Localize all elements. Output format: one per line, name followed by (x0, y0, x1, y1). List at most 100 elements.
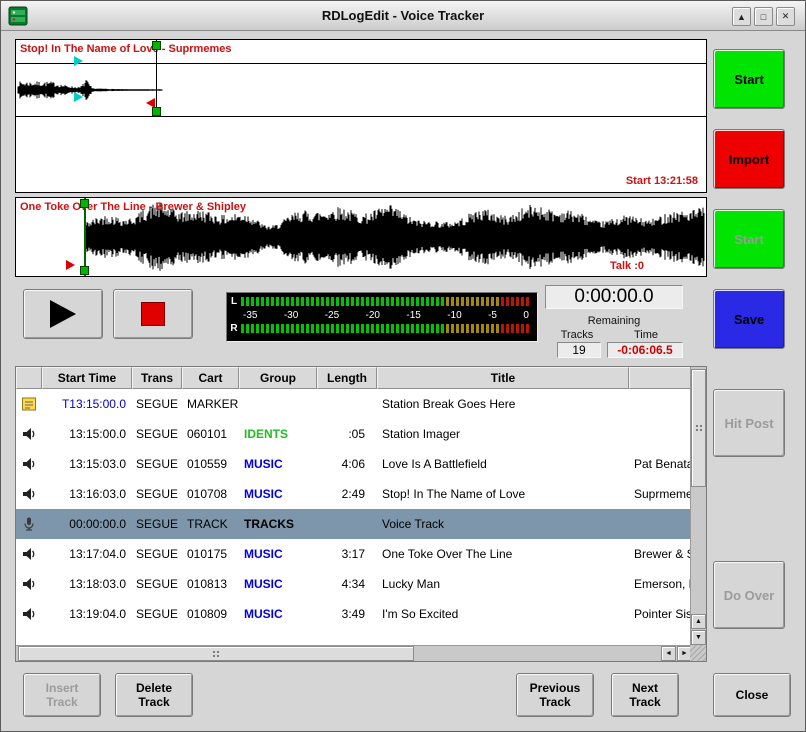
meter-segment (271, 297, 274, 306)
meter-segment (376, 297, 379, 306)
column-header-trans[interactable]: Trans (132, 367, 182, 389)
meter-segment (521, 324, 524, 333)
meter-segment (241, 324, 244, 333)
table-row[interactable]: 13:16:03.0 SEGUE 010708 MUSIC 2:49 Stop!… (16, 479, 692, 509)
track1-title-strip: Stop! In The Name of Love - Suprmemes (16, 40, 706, 64)
thumb-grip (212, 650, 220, 658)
start-track2-button[interactable]: Start (713, 209, 785, 269)
meter-segment (361, 324, 364, 333)
meter-segment (466, 324, 469, 333)
track2-start-marker-handle-bottom[interactable] (80, 266, 89, 275)
meter-segment (516, 297, 519, 306)
meter-segment (316, 297, 319, 306)
meter-segment (256, 324, 259, 333)
save-button[interactable]: Save (713, 289, 785, 349)
meter-segment (461, 324, 464, 333)
row-transition: SEGUE (132, 457, 182, 471)
meter-segment (506, 297, 509, 306)
next-track-button[interactable]: Next Track (611, 673, 679, 717)
note-icon (16, 396, 42, 412)
table-row[interactable]: 13:15:00.0 SEGUE 060101 IDENTS :05 Stati… (16, 419, 692, 449)
horizontal-scrollbar[interactable]: ◄ ► (16, 645, 692, 661)
row-cart: 010813 (182, 577, 239, 591)
meter-segment (411, 297, 414, 306)
horizontal-scrollbar-thumb[interactable] (18, 646, 414, 661)
row-length: 4:06 (317, 457, 377, 471)
voice-tracker-window: RDLogEdit - Voice Tracker ▲ □ ✕ Stop! In… (0, 0, 806, 732)
row-title: Stop! In The Name of Love (377, 487, 629, 501)
vertical-scrollbar[interactable]: ▲ ▼ (690, 367, 706, 645)
column-header-group[interactable]: Group (239, 367, 317, 389)
meter-segment (261, 324, 264, 333)
delete-track-button[interactable]: Delete Track (115, 673, 193, 717)
table-row[interactable]: 00:00:00.0 SEGUE TRACK TRACKS Voice Trac… (16, 509, 692, 539)
column-header-start-time[interactable]: Start Time (42, 367, 132, 389)
meter-segment (331, 297, 334, 306)
previous-track-button[interactable]: Previous Track (516, 673, 594, 717)
meter-segment (251, 324, 254, 333)
meter-segment (501, 324, 504, 333)
row-length: 2:49 (317, 487, 377, 501)
meter-segment (386, 297, 389, 306)
track1-end-marker-handle-top[interactable] (152, 41, 161, 50)
track1-waveform (16, 64, 706, 116)
track1-segue-marker-top[interactable] (74, 56, 83, 66)
scroll-up-button[interactable]: ▲ (691, 614, 706, 629)
meter-segment (476, 297, 479, 306)
scroll-down-button[interactable]: ▼ (691, 630, 706, 645)
maximize-button[interactable]: □ (754, 7, 773, 26)
meter-segment (406, 324, 409, 333)
start-track1-button[interactable]: Start (713, 49, 785, 109)
row-cart: 010175 (182, 547, 239, 561)
row-title: Lucky Man (377, 577, 629, 591)
meter-segment (246, 324, 249, 333)
table-row[interactable]: 13:17:04.0 SEGUE 010175 MUSIC 3:17 One T… (16, 539, 692, 569)
meter-segment (331, 324, 334, 333)
meter-segment (406, 297, 409, 306)
meter-segment (266, 297, 269, 306)
meter-segment (286, 324, 289, 333)
meter-segment (351, 297, 354, 306)
meter-segment (526, 297, 529, 306)
hit-post-button[interactable]: Hit Post (713, 389, 785, 457)
play-icon (50, 300, 76, 328)
table-row[interactable]: T13:15:00.0 SEGUE MARKER Station Break G… (16, 389, 692, 419)
track1-end-marker-handle-bottom[interactable] (152, 107, 161, 116)
table-row[interactable]: 13:15:03.0 SEGUE 010559 MUSIC 4:06 Love … (16, 449, 692, 479)
resize-grip[interactable] (690, 645, 706, 661)
column-header-length[interactable]: Length (317, 367, 377, 389)
stop-button[interactable] (113, 289, 193, 339)
shade-button[interactable]: ▲ (732, 7, 751, 26)
scroll-left-button[interactable]: ◄ (661, 646, 676, 661)
meter-segment (401, 324, 404, 333)
track1-waveform-panel: Stop! In The Name of Love - Suprmemes St… (15, 39, 707, 193)
meter-segment (326, 324, 329, 333)
close-button[interactable]: Close (713, 673, 791, 717)
meter-left-label: L (227, 296, 241, 307)
column-header-cart[interactable]: Cart (182, 367, 239, 389)
import-button[interactable]: Import (713, 129, 785, 189)
meter-segment (316, 324, 319, 333)
table-row[interactable]: 13:19:04.0 SEGUE 010809 MUSIC 3:49 I'm S… (16, 599, 692, 625)
track2-talk-marker[interactable] (66, 260, 75, 270)
meter-segment (241, 297, 244, 306)
meter-segment (436, 324, 439, 333)
meter-segment (371, 297, 374, 306)
insert-track-button[interactable]: Insert Track (23, 673, 101, 717)
vertical-scrollbar-thumb[interactable] (691, 369, 706, 487)
play-button[interactable] (23, 289, 103, 339)
do-over-button[interactable]: Do Over (713, 561, 785, 629)
meter-segment (486, 297, 489, 306)
track1-fade-marker[interactable] (146, 98, 155, 108)
track1-segue-marker-bottom[interactable] (74, 92, 83, 102)
thumb-grip (695, 424, 703, 432)
meter-segment (291, 324, 294, 333)
close-window-button[interactable]: ✕ (776, 7, 795, 26)
table-row[interactable]: 13:18:03.0 SEGUE 010813 MUSIC 4:34 Lucky… (16, 569, 692, 599)
track2-start-marker-handle-top[interactable] (80, 199, 89, 208)
column-header[interactable] (629, 367, 692, 389)
row-transition: SEGUE (132, 427, 182, 441)
column-header[interactable] (16, 367, 42, 389)
meter-segment (466, 297, 469, 306)
column-header-title[interactable]: Title (377, 367, 629, 389)
